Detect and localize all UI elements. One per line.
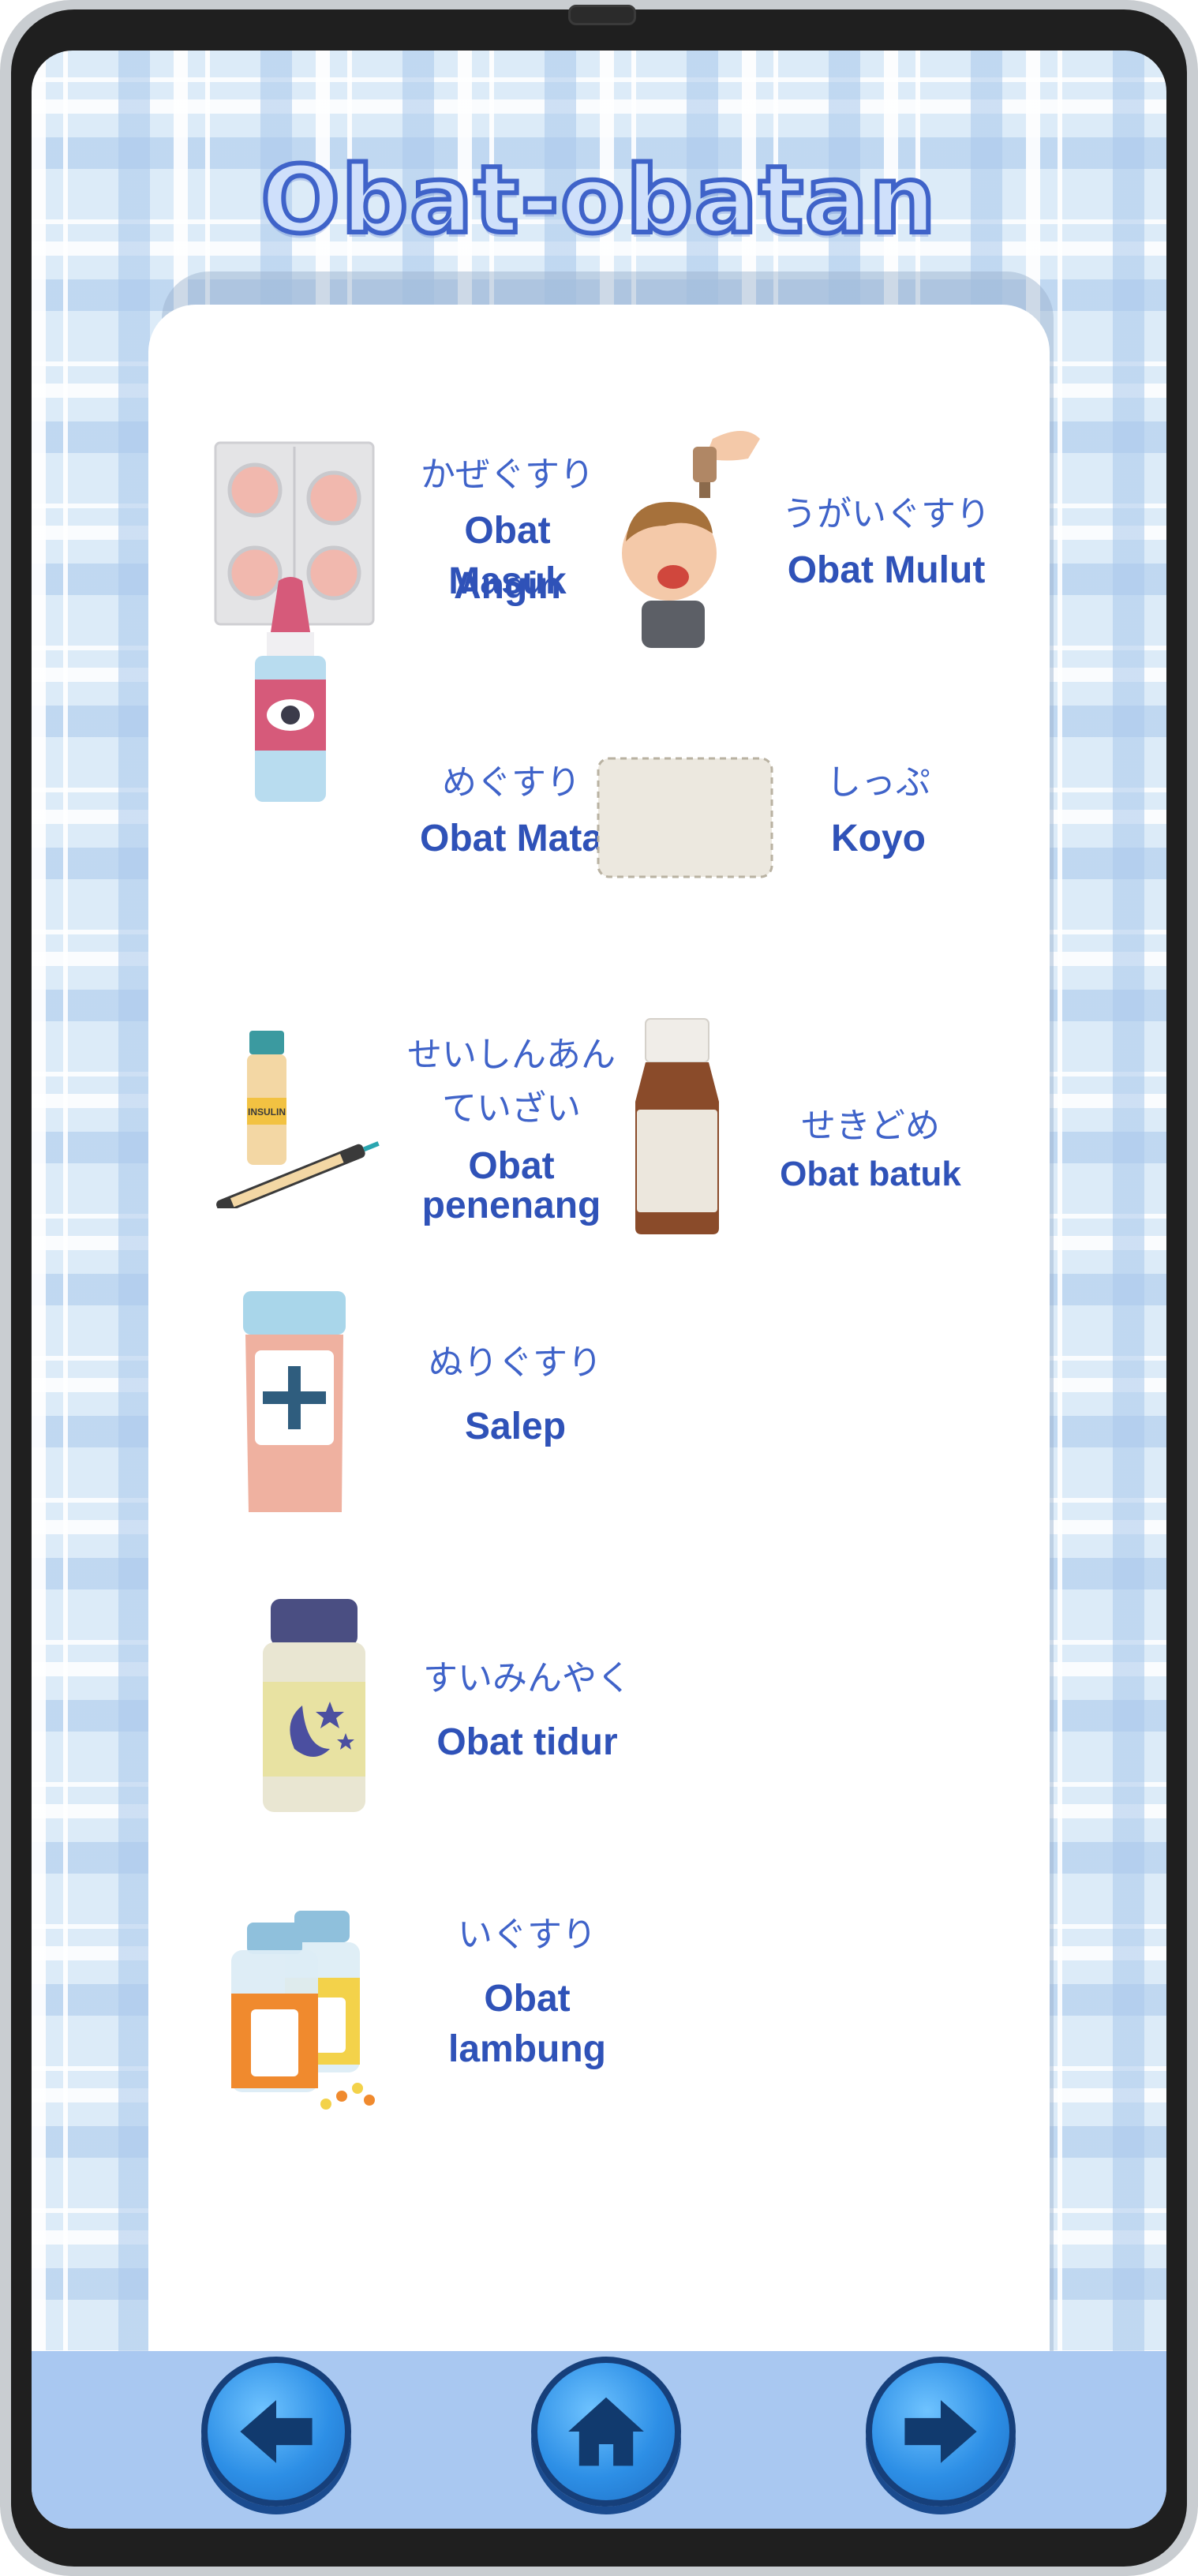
- arrow-right-icon: [904, 2400, 977, 2463]
- next-button[interactable]: [866, 2357, 1016, 2507]
- app-screen: Obat-obatan かぜぐすり Obat Masuk Angin うがいぐす…: [32, 51, 1166, 2529]
- japanese-label: せいしんあん: [407, 1035, 616, 1075]
- japanese-label: すいみんやく: [423, 1658, 631, 1698]
- medicine-item-obat-penenang[interactable]: INSULIN せいしんあん ていざい Obat penenang: [148, 983, 616, 1299]
- mouth-drops-icon: [622, 431, 760, 648]
- insulin-syringe-icon: INSULIN: [216, 1031, 380, 1208]
- indonesian-label-line2: penenang: [421, 1185, 601, 1226]
- indonesian-label: Salep: [464, 1406, 567, 1447]
- medicine-item-obat-lambung[interactable]: いぐすり Obat lambung: [148, 1883, 606, 2199]
- japanese-label: いぐすり: [458, 1915, 597, 1955]
- indonesian-label: Obat Mata: [419, 818, 604, 859]
- eye-drops-icon: [255, 577, 326, 802]
- indonesian-label: Koyo: [831, 818, 926, 859]
- medicine-card: かぜぐすり Obat Masuk Angin うがいぐすり Obat Mulut: [148, 305, 1050, 2436]
- phone-frame: Obat-obatan かぜぐすり Obat Masuk Angin うがいぐす…: [0, 0, 1198, 2576]
- medicine-item-salep[interactable]: ぬりぐすり Salep: [148, 1291, 602, 1615]
- japanese-label: めぐすり: [442, 762, 581, 803]
- home-icon: [568, 2397, 644, 2466]
- page-title: Obat-obatan: [259, 143, 938, 256]
- patch-icon: [597, 757, 773, 878]
- sleeping-pill-bottle-icon: [263, 1599, 365, 1812]
- medicine-item-koyo[interactable]: しっぷ Koyo: [590, 699, 1032, 983]
- japanese-label: かぜぐすり: [421, 455, 594, 495]
- home-button[interactable]: [531, 2357, 681, 2507]
- arrow-left-icon: [240, 2400, 313, 2463]
- indonesian-label: Obat Mulut: [787, 549, 986, 591]
- japanese-label: ぬりぐすり: [429, 1342, 602, 1383]
- indonesian-label-line2: Angin: [454, 565, 561, 607]
- medicine-item-obat-batuk[interactable]: せきどめ Obat batuk: [590, 983, 1032, 1299]
- svg-text:INSULIN: INSULIN: [248, 1106, 286, 1118]
- pill-bottles-icon: [231, 1911, 375, 2110]
- medicine-item-obat-mulut[interactable]: うがいぐすり Obat Mulut: [590, 305, 1032, 648]
- camera-notch: [568, 5, 636, 25]
- ointment-jar-icon: [243, 1291, 346, 1512]
- japanese-label: しっぷ: [826, 762, 930, 803]
- indonesian-label: Obat batuk: [780, 1155, 961, 1193]
- japanese-label: せきどめ: [801, 1106, 940, 1146]
- japanese-label-line2: ていざい: [442, 1088, 581, 1129]
- back-button[interactable]: [201, 2357, 351, 2507]
- japanese-label: うがいぐすり: [782, 494, 990, 534]
- indonesian-label: Obat tidur: [436, 1721, 618, 1763]
- medicine-item-obat-masuk-angin[interactable]: かぜぐすり Obat Masuk Angin: [148, 305, 594, 626]
- cough-syrup-bottle-icon: [635, 1018, 719, 1234]
- medicine-item-obat-mata[interactable]: めぐすり Obat Mata: [148, 577, 603, 983]
- indonesian-label: Obat lambung: [448, 1978, 606, 2070]
